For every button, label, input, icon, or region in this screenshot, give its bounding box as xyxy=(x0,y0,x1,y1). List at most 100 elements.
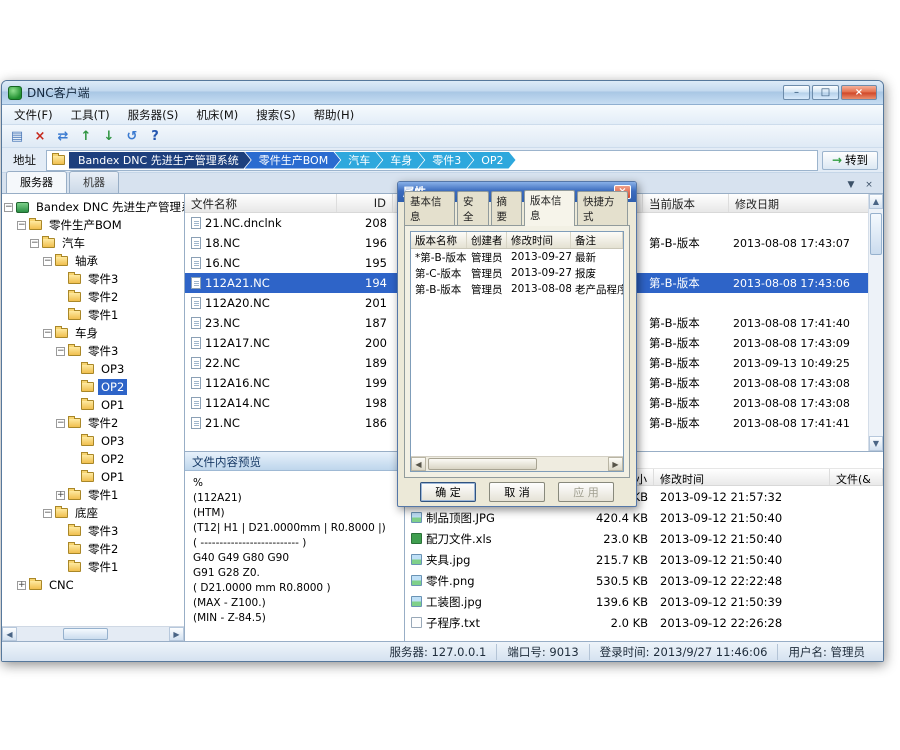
scroll-down-icon[interactable]: ▼ xyxy=(869,436,883,451)
tree-item[interactable]: 零件3 xyxy=(2,270,184,288)
column-header[interactable]: ID xyxy=(337,194,393,212)
column-header[interactable]: 创建者 xyxy=(467,232,507,248)
breadcrumb-segment[interactable]: 汽车 xyxy=(334,152,382,169)
file-list-scrollbar[interactable]: ▲ ▼ xyxy=(868,194,883,451)
scrollbar-track[interactable] xyxy=(17,627,169,641)
tree-item[interactable]: −汽车 xyxy=(2,234,184,252)
tree-item[interactable]: OP2 xyxy=(2,378,184,396)
scroll-right-icon[interactable]: ▶ xyxy=(169,627,184,641)
download-icon[interactable]: ↓ xyxy=(99,127,119,146)
scrollbar-thumb[interactable] xyxy=(428,458,537,470)
scrollbar-thumb[interactable] xyxy=(63,628,108,640)
menu-item[interactable]: 搜索(S) xyxy=(247,105,304,125)
version-row[interactable]: 第-B-版本管理员2013-08-08 17:...老产品程序 xyxy=(411,281,623,297)
tree-item[interactable]: +CNC xyxy=(2,576,184,594)
breadcrumb-segment[interactable]: 零件3 xyxy=(418,152,473,169)
attachment-row[interactable]: 工装图.jpg139.6 KB2013-09-12 21:50:39 xyxy=(405,591,883,612)
version-row[interactable]: 第-C-版本管理员2013-09-27 14:...报废 xyxy=(411,265,623,281)
attachment-row[interactable]: 零件.png530.5 KB2013-09-12 22:22:48 xyxy=(405,570,883,591)
expander-icon[interactable]: − xyxy=(56,419,65,428)
tree-item[interactable]: OP1 xyxy=(2,468,184,486)
tree-item[interactable]: OP3 xyxy=(2,432,184,450)
expander-icon[interactable]: − xyxy=(56,347,65,356)
tree-item[interactable]: OP2 xyxy=(2,450,184,468)
expander-icon[interactable]: − xyxy=(17,221,26,230)
panel-close-icon[interactable]: × xyxy=(863,180,875,190)
tree-item[interactable]: OP3 xyxy=(2,360,184,378)
expander-icon[interactable]: + xyxy=(17,581,26,590)
go-button[interactable]: → 转到 xyxy=(822,151,878,170)
breadcrumb-segment[interactable]: 零件生产BOM xyxy=(245,152,341,169)
column-header[interactable]: 文件(& xyxy=(830,469,883,485)
column-header[interactable]: 版本名称 xyxy=(411,232,467,248)
attachment-row[interactable]: 制品顶图.JPG420.4 KB2013-09-12 21:50:40 xyxy=(405,507,883,528)
version-row[interactable]: *第-B-版本管理员2013-09-27 14:...最新 xyxy=(411,249,623,265)
tree-item[interactable]: −零件3 xyxy=(2,342,184,360)
attachment-row[interactable]: 子程序.txt2.0 KB2013-09-12 22:26:28 xyxy=(405,612,883,633)
expander-icon[interactable]: − xyxy=(43,509,52,518)
tree-item[interactable]: −车身 xyxy=(2,324,184,342)
refresh-icon[interactable]: ↺ xyxy=(122,127,142,146)
expander-icon[interactable]: − xyxy=(43,329,52,338)
tree-item[interactable]: 零件2 xyxy=(2,540,184,558)
ok-button[interactable]: 确 定 xyxy=(420,482,476,502)
dialog-tab[interactable]: 版本信息 xyxy=(524,190,575,226)
delete-icon[interactable]: × xyxy=(30,127,50,146)
paste-icon[interactable]: ▤ xyxy=(7,127,27,146)
expander-icon[interactable]: − xyxy=(43,257,52,266)
tree-item[interactable]: −零件生产BOM xyxy=(2,216,184,234)
tree-item[interactable]: +零件1 xyxy=(2,486,184,504)
maximize-button[interactable]: □ xyxy=(812,85,839,100)
tree-item[interactable]: −零件2 xyxy=(2,414,184,432)
menu-item[interactable]: 机床(M) xyxy=(187,105,247,125)
attachment-row[interactable]: 配刀文件.xls23.0 KB2013-09-12 21:50:40 xyxy=(405,528,883,549)
scrollbar-thumb[interactable] xyxy=(870,213,882,255)
tree-item[interactable]: 零件2 xyxy=(2,288,184,306)
breadcrumb-segment[interactable]: Bandex DNC 先进生产管理系统 xyxy=(69,152,251,169)
menu-item[interactable]: 帮助(H) xyxy=(305,105,364,125)
dialog-tab[interactable]: 基本信息 xyxy=(404,191,455,226)
expander-icon[interactable]: − xyxy=(4,203,13,212)
breadcrumb-segment[interactable]: 车身 xyxy=(376,152,424,169)
address-box[interactable]: Bandex DNC 先进生产管理系统零件生产BOM汽车车身零件3OP2 xyxy=(46,150,818,171)
expander-icon[interactable]: − xyxy=(30,239,39,248)
upload-icon[interactable]: ↑ xyxy=(76,127,96,146)
column-header[interactable]: 修改时间 xyxy=(654,469,830,485)
tree-item[interactable]: −底座 xyxy=(2,504,184,522)
dialog-tab[interactable]: 摘要 xyxy=(491,191,523,226)
column-header[interactable]: 修改日期 xyxy=(729,194,869,212)
column-header[interactable]: 修改时间 xyxy=(507,232,571,248)
tree-item[interactable]: 零件1 xyxy=(2,306,184,324)
scrollbar-track[interactable] xyxy=(869,209,883,436)
compare-icon[interactable]: ⇄ xyxy=(53,127,73,146)
tree-item[interactable]: −轴承 xyxy=(2,252,184,270)
scrollbar-track[interactable] xyxy=(426,457,608,471)
minimize-button[interactable]: – xyxy=(783,85,810,100)
tree-item[interactable]: −Bandex DNC 先进生产管理系 xyxy=(2,198,184,216)
dialog-tab[interactable]: 安全 xyxy=(457,191,489,226)
tab-machine[interactable]: 机器 xyxy=(69,171,119,193)
menu-item[interactable]: 文件(F) xyxy=(5,105,62,125)
menu-item[interactable]: 工具(T) xyxy=(62,105,119,125)
breadcrumb-segment[interactable]: OP2 xyxy=(467,152,515,169)
scroll-left-icon[interactable]: ◀ xyxy=(2,627,17,641)
scroll-right-icon[interactable]: ▶ xyxy=(608,457,623,471)
tree-item[interactable]: OP1 xyxy=(2,396,184,414)
scroll-left-icon[interactable]: ◀ xyxy=(411,457,426,471)
tree-item[interactable]: 零件1 xyxy=(2,558,184,576)
expander-icon[interactable]: + xyxy=(56,491,65,500)
tree-item[interactable]: 零件3 xyxy=(2,522,184,540)
tree-horizontal-scrollbar[interactable]: ◀ ▶ xyxy=(2,626,184,641)
scroll-up-icon[interactable]: ▲ xyxy=(869,194,883,209)
help-icon[interactable]: ? xyxy=(145,127,165,146)
tab-server[interactable]: 服务器 xyxy=(6,171,67,193)
column-header[interactable]: 当前版本 xyxy=(643,194,729,212)
chevron-down-icon[interactable]: ▼ xyxy=(845,180,857,190)
attachment-row[interactable]: 夹具.jpg215.7 KB2013-09-12 21:50:40 xyxy=(405,549,883,570)
title-bar[interactable]: DNC客户端 – □ × xyxy=(2,81,883,105)
close-button[interactable]: × xyxy=(841,85,877,100)
menu-item[interactable]: 服务器(S) xyxy=(119,105,188,125)
cancel-button[interactable]: 取 消 xyxy=(489,482,545,502)
column-header[interactable]: 文件名称 xyxy=(185,194,337,212)
column-header[interactable]: 备注 xyxy=(571,232,623,248)
